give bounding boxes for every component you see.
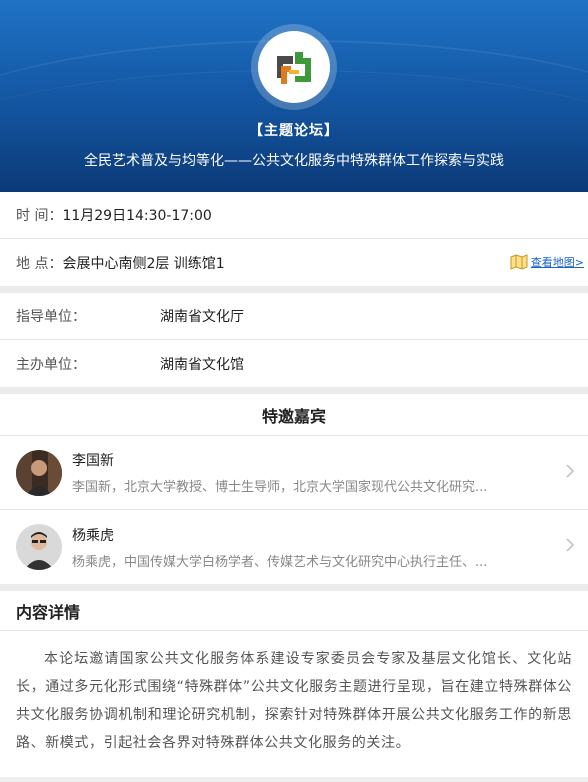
header-decoration	[0, 70, 588, 192]
guest-name: 李国新	[72, 453, 114, 469]
guest-item[interactable]: 李国新 李国新，北京大学教授、博士生导师，北京大学国家现代公共文化研究...	[0, 436, 588, 510]
place-value: 会展中心南侧2层 训练馆1	[62, 255, 225, 272]
avatar	[16, 524, 62, 570]
guests-heading: 特邀嘉宾	[0, 394, 588, 436]
guide-unit-row: 指导单位： 湖南省文化厅	[0, 293, 588, 340]
org-card: 指导单位： 湖南省文化厅 主办单位： 湖南省文化馆	[0, 293, 588, 387]
guide-unit-value: 湖南省文化厅	[160, 309, 244, 325]
forum-header: 【主题论坛】 全民艺术普及与均等化——公共文化服务中特殊群体工作探索与实践	[0, 0, 588, 192]
host-unit-row: 主办单位： 湖南省文化馆	[0, 340, 588, 387]
time-value: 11月29日14:30-17:00	[62, 208, 212, 224]
detail-card: 内容详情 本论坛邀请国家公共文化服务体系建设专家委员会专家及基层文化馆长、文化站…	[0, 591, 588, 777]
section-divider	[0, 387, 588, 394]
guide-unit-label: 指导单位：	[16, 309, 86, 325]
map-icon	[510, 254, 528, 270]
guest-name: 杨乘虎	[72, 527, 114, 544]
detail-heading: 内容详情	[0, 591, 588, 631]
info-card: 时 间： 11月29日14:30-17:00 地 点： 会展中心南侧2层 训练馆…	[0, 192, 588, 286]
guest-description: 李国新，北京大学教授、博士生导师，北京大学国家现代公共文化研究...	[72, 480, 488, 495]
chevron-right-icon	[566, 538, 574, 552]
host-unit-value: 湖南省文化馆	[160, 356, 244, 373]
time-row: 时 间： 11月29日14:30-17:00	[0, 192, 588, 239]
guest-item[interactable]: 杨乘虎 杨乘虎，中国传媒大学白杨学者、传媒艺术与文化研究中心执行主任、...	[0, 510, 588, 584]
detail-body: 本论坛邀请国家公共文化服务体系建设专家委员会专家及基层文化馆长、文化站长，通过多…	[16, 651, 572, 751]
view-map-link[interactable]: 查看地图>	[510, 254, 584, 270]
view-map-label: 查看地图>	[530, 256, 584, 269]
avatar	[16, 449, 62, 496]
chevron-right-icon	[566, 464, 574, 478]
section-divider	[0, 286, 588, 293]
place-row: 地 点： 会展中心南侧2层 训练馆1 查看地图>	[0, 239, 588, 286]
guest-description: 杨乘虎，中国传媒大学白杨学者、传媒艺术与文化研究中心执行主任、...	[72, 554, 488, 570]
host-unit-label: 主办单位：	[16, 356, 86, 373]
place-label: 地 点：	[16, 255, 63, 272]
guests-card: 特邀嘉宾 李国新 李国新，北京大学教授、博士生导师，北京大学国家现代公共文化研究…	[0, 394, 588, 584]
time-label: 时 间：	[16, 208, 63, 224]
section-divider	[0, 584, 588, 591]
